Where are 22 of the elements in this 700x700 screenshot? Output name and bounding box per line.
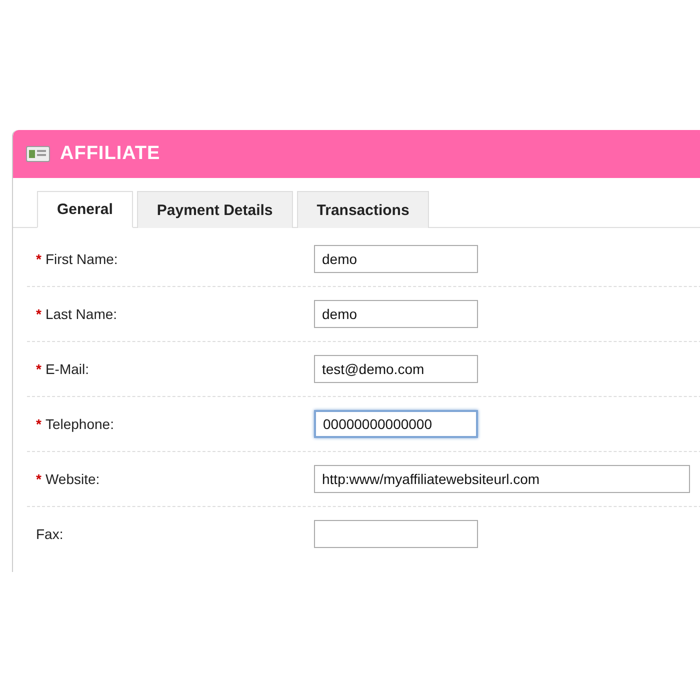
field-label: Fax:	[36, 526, 64, 542]
required-mark: *	[36, 361, 42, 377]
input-field[interactable]: demo	[314, 245, 478, 273]
required-mark: *	[36, 306, 42, 322]
field-label: First Name:	[45, 251, 118, 267]
input-field[interactable]	[314, 520, 478, 548]
panel-title: AFFILIATE	[60, 143, 160, 165]
field-label: Website:	[45, 471, 100, 487]
field-label: Last Name:	[45, 306, 118, 322]
id-card-icon	[26, 146, 50, 162]
tab[interactable]: Transactions	[296, 191, 430, 228]
input-field[interactable]: 00000000000000	[314, 410, 478, 438]
required-mark: *	[36, 416, 42, 432]
tab[interactable]: General	[37, 191, 133, 228]
field-label: Telephone:	[45, 416, 114, 432]
required-mark: *	[36, 471, 42, 487]
input-field[interactable]: test@demo.com	[314, 355, 478, 383]
field-label: E-Mail:	[45, 361, 90, 377]
input-field[interactable]: demo	[314, 300, 478, 328]
tab[interactable]: Payment Details	[136, 191, 293, 228]
input-field[interactable]: http:www/myaffiliatewebsiteurl.com	[314, 465, 690, 493]
required-mark: *	[36, 251, 42, 267]
